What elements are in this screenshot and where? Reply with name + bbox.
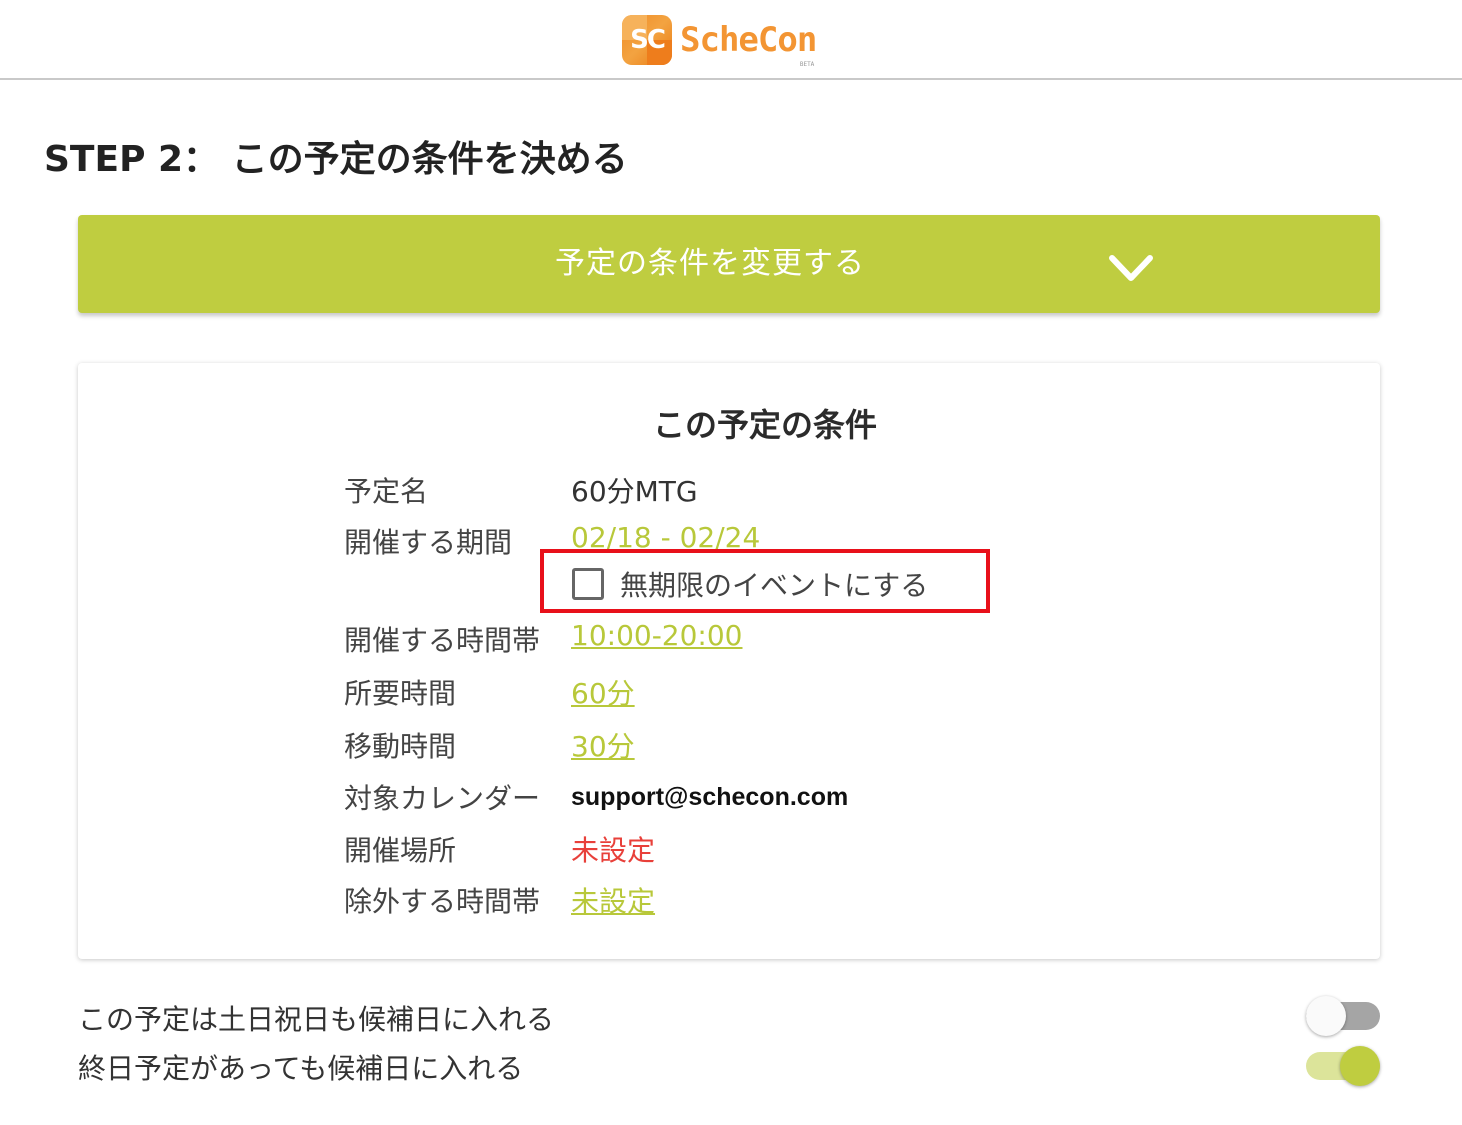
excluded-time-label: 除外する時間帯: [344, 885, 541, 918]
travel-time-value-link[interactable]: 30分: [571, 725, 635, 765]
duration-label: 所要時間: [344, 677, 457, 710]
change-conditions-button[interactable]: 予定の条件を変更する: [78, 215, 1380, 313]
logo-beta-badge: BETA: [799, 61, 815, 68]
period-label: 開催する期間: [344, 526, 513, 559]
conditions-title: この予定の条件: [652, 406, 877, 444]
location-value[interactable]: 未設定: [571, 829, 655, 869]
include-all-day-label: 終日予定があっても候補日に入れる: [78, 1052, 524, 1085]
travel-time-label: 移動時間: [344, 730, 457, 763]
logo-text: ScheCon BETA: [680, 20, 817, 68]
logo-mark-letters: SC: [630, 25, 666, 55]
time-window-value-link[interactable]: 10:00-20:00: [571, 619, 743, 652]
event-name-label: 予定名: [344, 475, 429, 508]
conditions-card: [78, 363, 1380, 959]
logo-mark-icon: SC: [622, 15, 672, 65]
indefinite-event-checkbox[interactable]: [572, 568, 604, 600]
calendar-value: support@schecon.com: [571, 783, 849, 811]
location-label: 開催場所: [344, 834, 457, 867]
schecon-logo[interactable]: SC ScheCon BETA: [622, 14, 817, 68]
include-weekends-toggle-knob[interactable]: [1306, 996, 1346, 1036]
logo-wordmark: ScheCon: [680, 20, 817, 60]
duration-value-link[interactable]: 60分: [571, 672, 635, 712]
event-name-value: 60分MTG: [571, 475, 698, 508]
app-header: SC ScheCon BETA: [0, 0, 1462, 80]
chevron-down-icon[interactable]: [1108, 250, 1154, 286]
time-window-label: 開催する時間帯: [344, 624, 541, 657]
include-weekends-label: この予定は土日祝日も候補日に入れる: [78, 1003, 555, 1036]
indefinite-event-label[interactable]: 無期限のイベントにする: [620, 564, 928, 604]
calendar-label: 対象カレンダー: [344, 782, 541, 815]
page-title: STEP 2： この予定の条件を決める: [44, 139, 628, 180]
excluded-time-value-link[interactable]: 未設定: [571, 880, 655, 920]
include-all-day-toggle-knob[interactable]: [1340, 1046, 1380, 1086]
page: SC ScheCon BETA STEP 2： この予定の条件を決める 予定の条…: [0, 0, 1462, 1125]
